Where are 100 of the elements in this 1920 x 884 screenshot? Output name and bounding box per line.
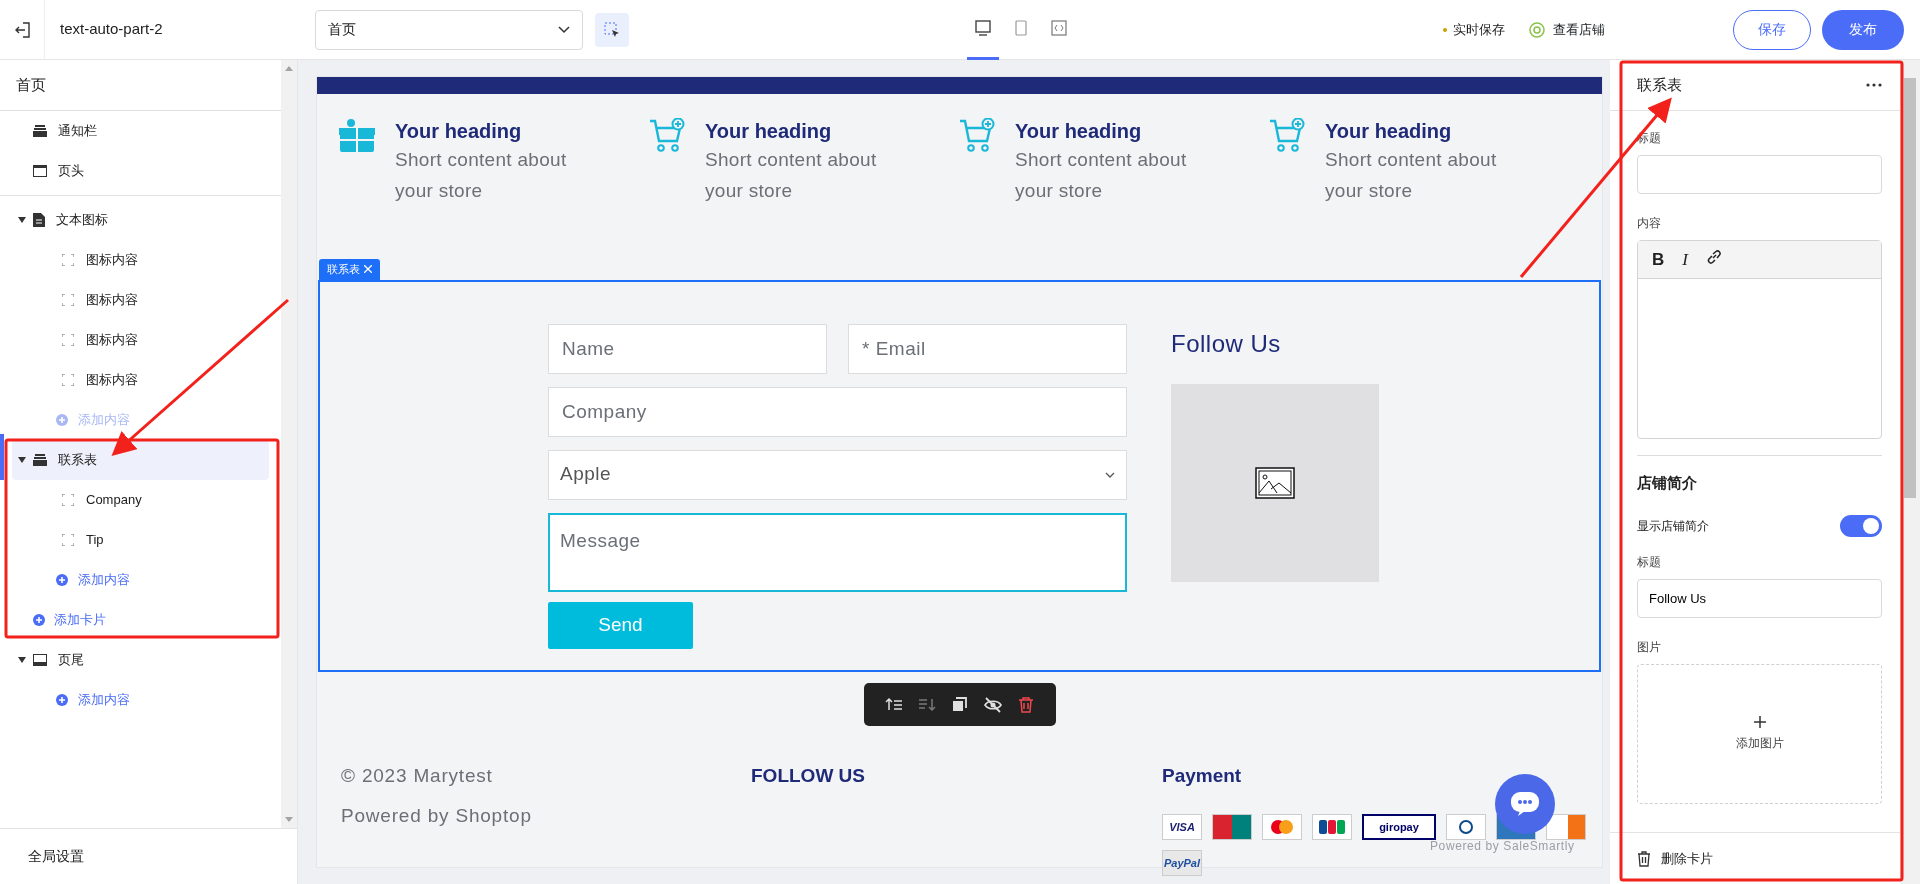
payment-logo	[1262, 814, 1302, 840]
message-field[interactable]: Message	[548, 512, 1127, 592]
add-content-link[interactable]: 添加内容	[12, 680, 269, 720]
feature-heading: Your heading	[1015, 119, 1143, 144]
autosave-label: 实时保存	[1453, 20, 1505, 39]
layout-icon	[33, 165, 47, 177]
plus-icon	[1753, 715, 1766, 728]
feature-heading: Your heading	[395, 119, 523, 144]
feature-text: Short content about your store	[1325, 148, 1498, 203]
tree-item[interactable]: 图标内容	[12, 360, 269, 400]
monitor-icon	[975, 20, 991, 36]
page-select[interactable]: 首页	[315, 9, 583, 50]
more-icon[interactable]	[1866, 83, 1882, 87]
exit-icon[interactable]	[14, 21, 30, 38]
frame-icon	[62, 494, 74, 506]
layout-icon	[33, 654, 47, 666]
rich-text-editor[interactable]: B I	[1637, 240, 1882, 439]
section-tag[interactable]: 联系表	[319, 259, 380, 280]
input-field[interactable]	[1637, 155, 1882, 194]
image-placeholder-icon	[1255, 466, 1295, 499]
input-field[interactable]: * Email	[848, 323, 1127, 374]
field-label: 图片	[1637, 638, 1662, 656]
feature-text: Short content about your store	[705, 148, 878, 203]
chevron-down-icon	[1105, 471, 1115, 478]
frame-icon	[62, 254, 74, 266]
payment-logo: PayPal	[1162, 850, 1202, 876]
tree-item[interactable]: 图标内容	[12, 240, 269, 280]
tree-item[interactable]: Tip	[12, 520, 269, 560]
trash-icon[interactable]	[1637, 850, 1651, 867]
section-heading: 店铺简介	[1637, 473, 1698, 493]
caret-down-icon[interactable]	[18, 657, 26, 663]
payment-logo	[1546, 814, 1586, 840]
add-content-link[interactable]: 添加内容	[12, 560, 269, 600]
delete-card-link[interactable]: 删除卡片	[1661, 848, 1713, 869]
frame-icon	[62, 374, 74, 386]
global-settings-link[interactable]: 全局设置	[28, 846, 84, 867]
plus-circle-icon	[56, 574, 68, 586]
page-title: 首页	[16, 74, 46, 95]
eye-circle-icon	[1529, 21, 1545, 38]
chevron-down-icon	[558, 25, 570, 34]
payment-logo	[1446, 814, 1486, 840]
caret-down-icon[interactable]	[18, 457, 26, 463]
plus-circle-icon	[56, 694, 68, 706]
feature-text: Short content about your store	[1015, 148, 1188, 203]
feature-text: Short content about your store	[395, 148, 568, 203]
frame-icon	[62, 294, 74, 306]
panel-title: 联系表	[1637, 74, 1682, 95]
tree-item[interactable]: 图标内容	[12, 280, 269, 320]
field-label: 标题	[1637, 553, 1662, 571]
document-icon	[33, 213, 45, 227]
input-field[interactable]: Name	[548, 323, 827, 374]
powered-by-text: Powered by Shoptop	[341, 804, 533, 828]
tree-item[interactable]: 文本图标	[12, 200, 269, 240]
close-icon[interactable]	[364, 265, 372, 274]
field-label: 内容	[1637, 215, 1662, 232]
tree-item[interactable]: 图标内容	[12, 320, 269, 360]
select-field[interactable]: Apple	[548, 449, 1127, 500]
italic-button[interactable]: I	[1678, 246, 1692, 273]
payment-logo	[1312, 814, 1352, 840]
scrollbar-thumb[interactable]	[1904, 78, 1916, 498]
payment-heading: Payment	[1162, 763, 1243, 788]
follow-heading: FOLLOW US	[751, 763, 866, 788]
payment-logo: giropay	[1362, 814, 1436, 840]
payment-logo	[1212, 814, 1252, 840]
layers-icon	[33, 125, 47, 137]
add-card-link[interactable]: 添加卡片	[12, 600, 269, 640]
chat-credit: Powered by SaleSmartly	[1430, 838, 1575, 855]
code-icon	[1051, 20, 1067, 36]
project-title: text-auto-part-2	[60, 19, 163, 40]
plus-circle-icon	[33, 614, 45, 626]
tablet-icon	[1013, 20, 1029, 36]
select-cursor-icon	[604, 21, 620, 38]
tree-item[interactable]: 页尾	[12, 640, 269, 680]
payment-logo: VISA	[1162, 814, 1202, 840]
cart-icon	[959, 118, 995, 154]
frame-icon	[62, 334, 74, 346]
image-upload-area[interactable]: 添加图片	[1637, 663, 1882, 804]
chat-button[interactable]	[1495, 774, 1555, 834]
bold-button[interactable]: B	[1648, 246, 1669, 273]
plus-circle-icon	[56, 414, 68, 426]
publish-button[interactable]: 发布	[1822, 9, 1904, 50]
copyright-text: © 2023 Marytest	[341, 763, 494, 788]
link-icon	[1705, 248, 1722, 265]
upload-label: 添加图片	[1735, 734, 1784, 752]
tree-item[interactable]: 页头	[12, 151, 269, 191]
input-field[interactable]: Company	[548, 386, 1127, 437]
view-store-link[interactable]: 查看店铺	[1529, 19, 1605, 40]
caret-down-icon[interactable]	[18, 217, 26, 223]
tree-item[interactable]: Company	[12, 480, 269, 520]
layers-icon	[33, 454, 47, 466]
feature-heading: Your heading	[1325, 119, 1453, 144]
toggle-switch[interactable]	[1840, 514, 1882, 537]
cart-icon	[649, 118, 685, 154]
input-field[interactable]: Follow Us	[1637, 578, 1882, 618]
tree-item[interactable]: 通知栏	[12, 111, 269, 151]
frame-icon	[62, 534, 74, 546]
status-dot	[1443, 27, 1447, 32]
feature-heading: Your heading	[705, 119, 833, 144]
follow-title: Follow Us	[1171, 328, 1282, 359]
save-button[interactable]: 保存	[1733, 9, 1811, 50]
